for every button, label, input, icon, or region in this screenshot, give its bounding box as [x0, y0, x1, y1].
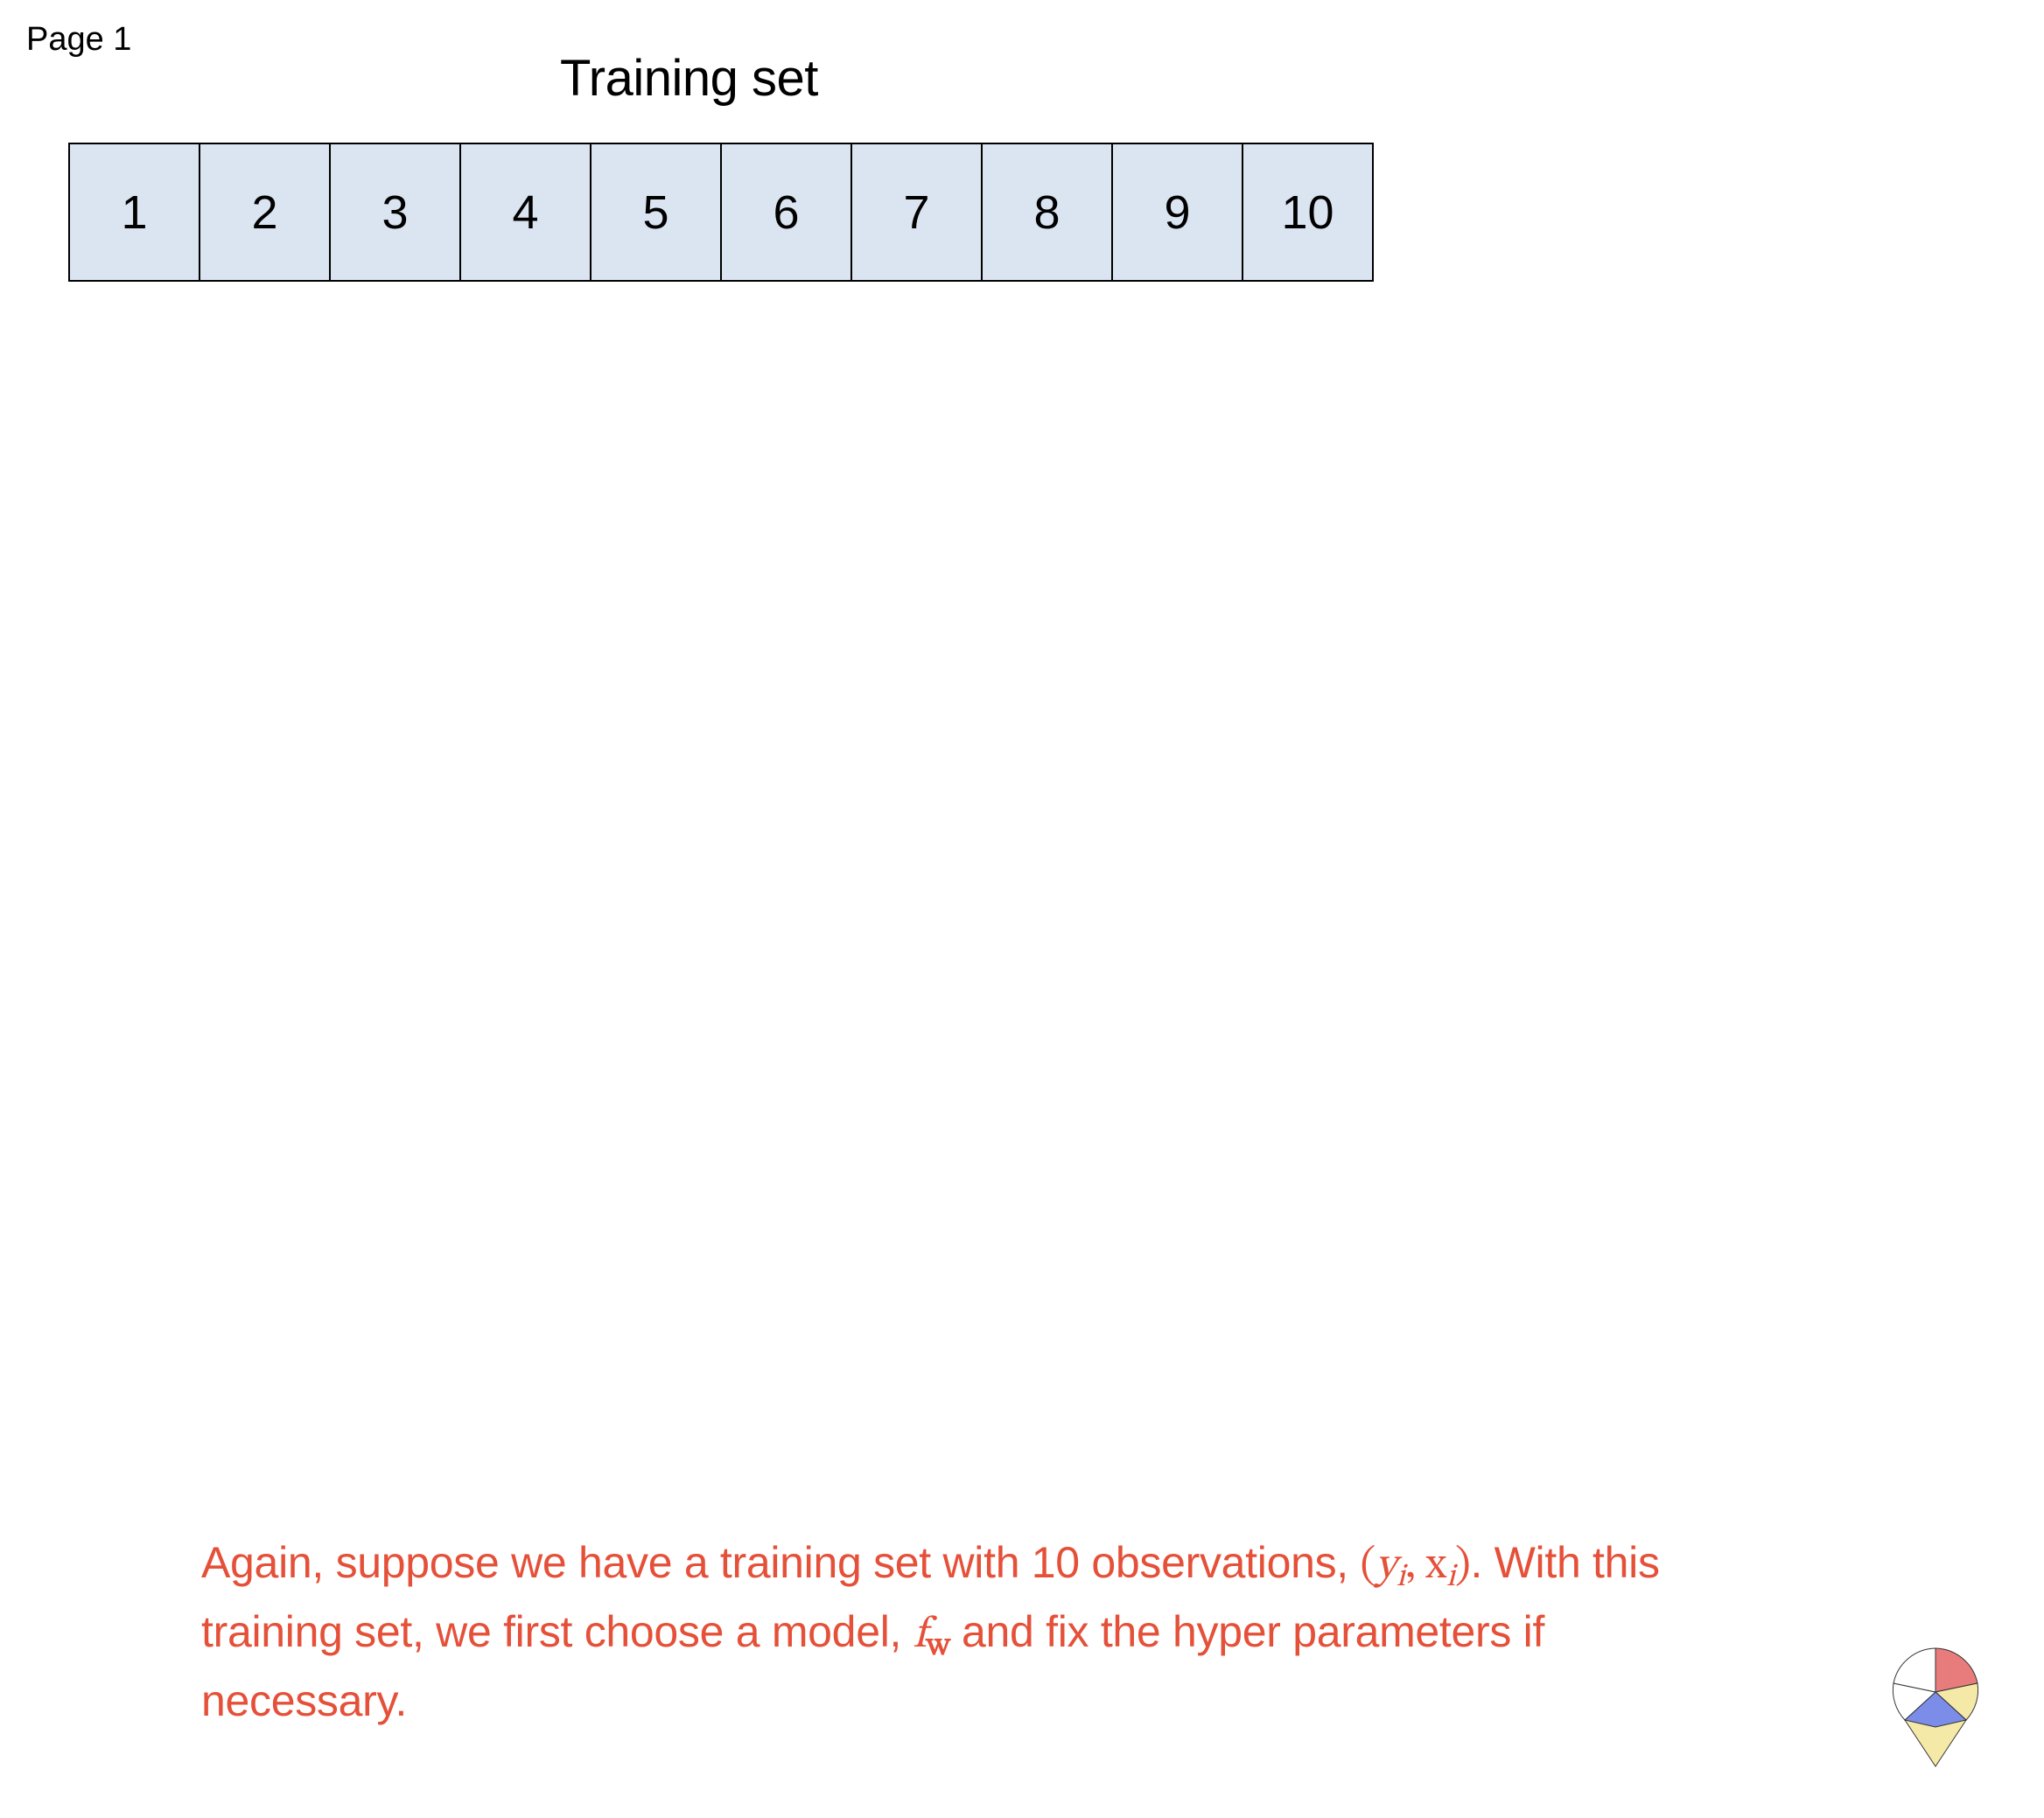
training-cell: 10	[1242, 143, 1374, 282]
math-x-sub: i	[1446, 1562, 1455, 1593]
training-cell: 4	[459, 143, 592, 282]
math-f: f	[914, 1613, 927, 1657]
training-cell: 1	[68, 143, 200, 282]
caption-period1: .	[1470, 1538, 1494, 1587]
caption-part1: Again, suppose we have a training set wi…	[201, 1538, 1360, 1587]
math-lparen: (	[1360, 1544, 1376, 1588]
training-cell: 5	[590, 143, 722, 282]
training-cell: 7	[850, 143, 983, 282]
training-set-row: 1 2 3 4 5 6 7 8 9 10	[68, 143, 1374, 282]
diagram-title: Training set	[560, 49, 818, 108]
training-cell: 2	[199, 143, 331, 282]
logo-icon	[1883, 1640, 1988, 1771]
page-label: Page 1	[26, 21, 131, 59]
math-comma: ,	[1405, 1544, 1425, 1588]
math-y-sub: i	[1396, 1562, 1405, 1593]
training-cell: 3	[329, 143, 461, 282]
training-cell: 6	[720, 143, 852, 282]
training-cell: 8	[981, 143, 1113, 282]
training-cell: 9	[1111, 143, 1243, 282]
math-y: y	[1376, 1544, 1396, 1588]
math-rparen: )	[1455, 1544, 1471, 1588]
caption-text: Again, suppose we have a training set wi…	[201, 1531, 1724, 1733]
math-x: x	[1425, 1544, 1446, 1588]
math-f-sub: w	[927, 1631, 950, 1662]
